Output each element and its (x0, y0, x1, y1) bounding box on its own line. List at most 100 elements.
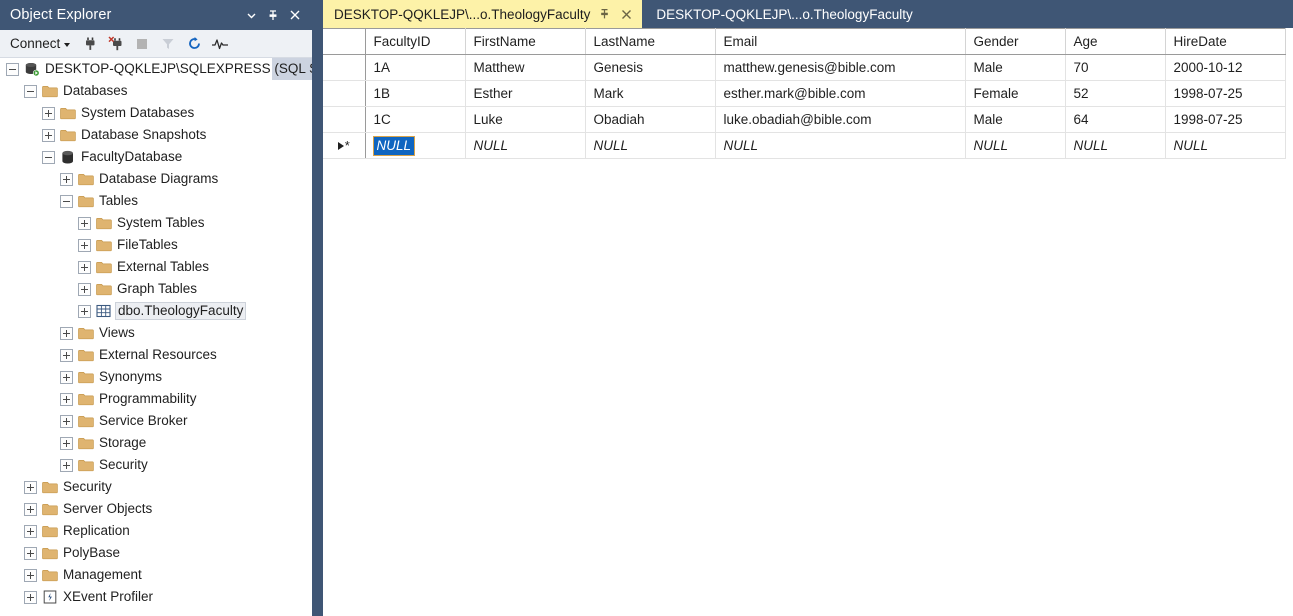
cell-gender[interactable]: Female (965, 80, 1066, 107)
row-header[interactable] (323, 80, 366, 107)
column-header-email[interactable]: Email (715, 28, 966, 55)
collapse-icon[interactable] (24, 84, 37, 98)
cell-firstname[interactable]: Luke (465, 106, 586, 133)
expand-icon[interactable] (60, 348, 73, 362)
tree-node-security[interactable]: Security (0, 476, 312, 498)
column-header-hiredate[interactable]: HireDate (1165, 28, 1286, 55)
close-icon[interactable] (619, 6, 634, 22)
row-header[interactable] (323, 106, 366, 133)
tree-node-management[interactable]: Management (0, 564, 312, 586)
refresh-icon[interactable] (182, 32, 206, 56)
cell-firstname[interactable]: NULL (465, 132, 586, 159)
expand-icon[interactable] (24, 480, 37, 494)
cell-firstname[interactable]: Esther (465, 80, 586, 107)
cell-hiredate[interactable]: 2000-10-12 (1165, 54, 1286, 81)
tree-node-databases[interactable]: Databases (0, 80, 312, 102)
tree-node-service-broker[interactable]: Service Broker (0, 410, 312, 432)
column-header-firstname[interactable]: FirstName (465, 28, 586, 55)
column-header-facultyid[interactable]: FacultyID (365, 28, 466, 55)
expand-icon[interactable] (60, 458, 73, 472)
new-row-indicator[interactable]: * (323, 132, 366, 159)
tree-node-system-tables[interactable]: System Tables (0, 212, 312, 234)
panel-splitter[interactable] (312, 0, 323, 616)
cell-email[interactable]: NULL (715, 132, 966, 159)
chevron-down-icon[interactable] (240, 3, 262, 27)
expand-icon[interactable] (24, 502, 37, 516)
cell-email[interactable]: luke.obadiah@bible.com (715, 106, 966, 133)
cell-hiredate[interactable]: NULL (1165, 132, 1286, 159)
tree-node-security[interactable]: Security (0, 454, 312, 476)
tree-node-facultydatabase[interactable]: FacultyDatabase (0, 146, 312, 168)
expand-icon[interactable] (60, 172, 73, 186)
tree-node-database-snapshots[interactable]: Database Snapshots (0, 124, 312, 146)
expand-icon[interactable] (60, 392, 73, 406)
pin-icon[interactable] (262, 3, 284, 27)
cell-gender[interactable]: Male (965, 106, 1066, 133)
connect-plug-icon[interactable] (78, 32, 102, 56)
cell-age[interactable]: 64 (1065, 106, 1166, 133)
cell-lastname[interactable]: Mark (585, 80, 716, 107)
tree-node-filetables[interactable]: FileTables (0, 234, 312, 256)
close-icon[interactable] (284, 3, 306, 27)
cell-age[interactable]: 52 (1065, 80, 1166, 107)
collapse-icon[interactable] (42, 150, 55, 164)
tree-node-dbo-theologyfaculty[interactable]: dbo.TheologyFaculty (0, 300, 312, 322)
expand-icon[interactable] (78, 216, 91, 230)
column-header-age[interactable]: Age (1065, 28, 1166, 55)
table-row[interactable]: 1C Luke Obadiah luke.obadiah@bible.com Male 6… (323, 106, 1286, 133)
cell-age[interactable]: 70 (1065, 54, 1166, 81)
expand-icon[interactable] (60, 326, 73, 340)
activity-monitor-icon[interactable] (208, 32, 232, 56)
tree-node-external-resources[interactable]: External Resources (0, 344, 312, 366)
table-row[interactable]: * NULL NULL NULL NULL NULL NULL NULL (323, 132, 1286, 159)
tree-node-external-tables[interactable]: External Tables (0, 256, 312, 278)
cell-age[interactable]: NULL (1065, 132, 1166, 159)
expand-icon[interactable] (24, 590, 37, 604)
tree-node-system-databases[interactable]: System Databases (0, 102, 312, 124)
tree-node-polybase[interactable]: PolyBase (0, 542, 312, 564)
expand-icon[interactable] (60, 414, 73, 428)
table-row[interactable]: 1B Esther Mark esther.mark@bible.com Female 5… (323, 80, 1286, 107)
column-header-lastname[interactable]: LastName (585, 28, 716, 55)
expand-icon[interactable] (24, 568, 37, 582)
tree-node-programmability[interactable]: Programmability (0, 388, 312, 410)
cell-email[interactable]: matthew.genesis@bible.com (715, 54, 966, 81)
cell-gender[interactable]: Male (965, 54, 1066, 81)
cell-lastname[interactable]: NULL (585, 132, 716, 159)
tree-node-graph-tables[interactable]: Graph Tables (0, 278, 312, 300)
object-explorer-tree[interactable]: DESKTOP-QQKLEJP\SQLEXPRESS (SQL S Databas… (0, 58, 312, 608)
cell-facultyid[interactable]: 1A (365, 54, 466, 81)
expand-icon[interactable] (78, 282, 91, 296)
tree-node-replication[interactable]: Replication (0, 520, 312, 542)
cell-gender[interactable]: NULL (965, 132, 1066, 159)
connect-button[interactable]: Connect (8, 34, 76, 53)
tree-node-database-diagrams[interactable]: Database Diagrams (0, 168, 312, 190)
expand-icon[interactable] (78, 304, 91, 318)
expand-icon[interactable] (24, 546, 37, 560)
row-header[interactable] (323, 54, 366, 81)
expand-icon[interactable] (42, 106, 55, 120)
cell-lastname[interactable]: Obadiah (585, 106, 716, 133)
collapse-icon[interactable] (60, 194, 73, 208)
tree-node-synonyms[interactable]: Synonyms (0, 366, 312, 388)
expand-icon[interactable] (42, 128, 55, 142)
cell-facultyid[interactable]: 1B (365, 80, 466, 107)
tree-node-server-objects[interactable]: Server Objects (0, 498, 312, 520)
column-header-gender[interactable]: Gender (965, 28, 1066, 55)
tab-theology-faculty-active[interactable]: DESKTOP-QQKLEJP\...o.TheologyFaculty (323, 0, 643, 28)
table-row[interactable]: 1A Matthew Genesis matthew.genesis@bible.co… (323, 54, 1286, 81)
cell-hiredate[interactable]: 1998-07-25 (1165, 106, 1286, 133)
object-explorer-tree-container[interactable]: DESKTOP-QQKLEJP\SQLEXPRESS (SQL S Databas… (0, 58, 312, 616)
expand-icon[interactable] (78, 260, 91, 274)
disconnect-plug-icon[interactable] (104, 32, 128, 56)
tab-theology-faculty-secondary[interactable]: DESKTOP-QQKLEJP\...o.TheologyFaculty (642, 0, 927, 28)
expand-icon[interactable] (60, 370, 73, 384)
tree-node-xevent-profiler[interactable]: XEvent Profiler (0, 586, 312, 608)
results-grid-container[interactable]: FacultyID FirstName LastName Email Gende… (323, 28, 1293, 616)
cell-facultyid[interactable]: 1C (365, 106, 466, 133)
tree-node-desktop-qqklejp-sqlexpress-sql-s[interactable]: DESKTOP-QQKLEJP\SQLEXPRESS (SQL S (0, 58, 312, 80)
pin-icon[interactable] (597, 6, 612, 22)
results-grid[interactable]: FacultyID FirstName LastName Email Gende… (323, 28, 1286, 159)
collapse-icon[interactable] (6, 62, 19, 76)
cell-lastname[interactable]: Genesis (585, 54, 716, 81)
